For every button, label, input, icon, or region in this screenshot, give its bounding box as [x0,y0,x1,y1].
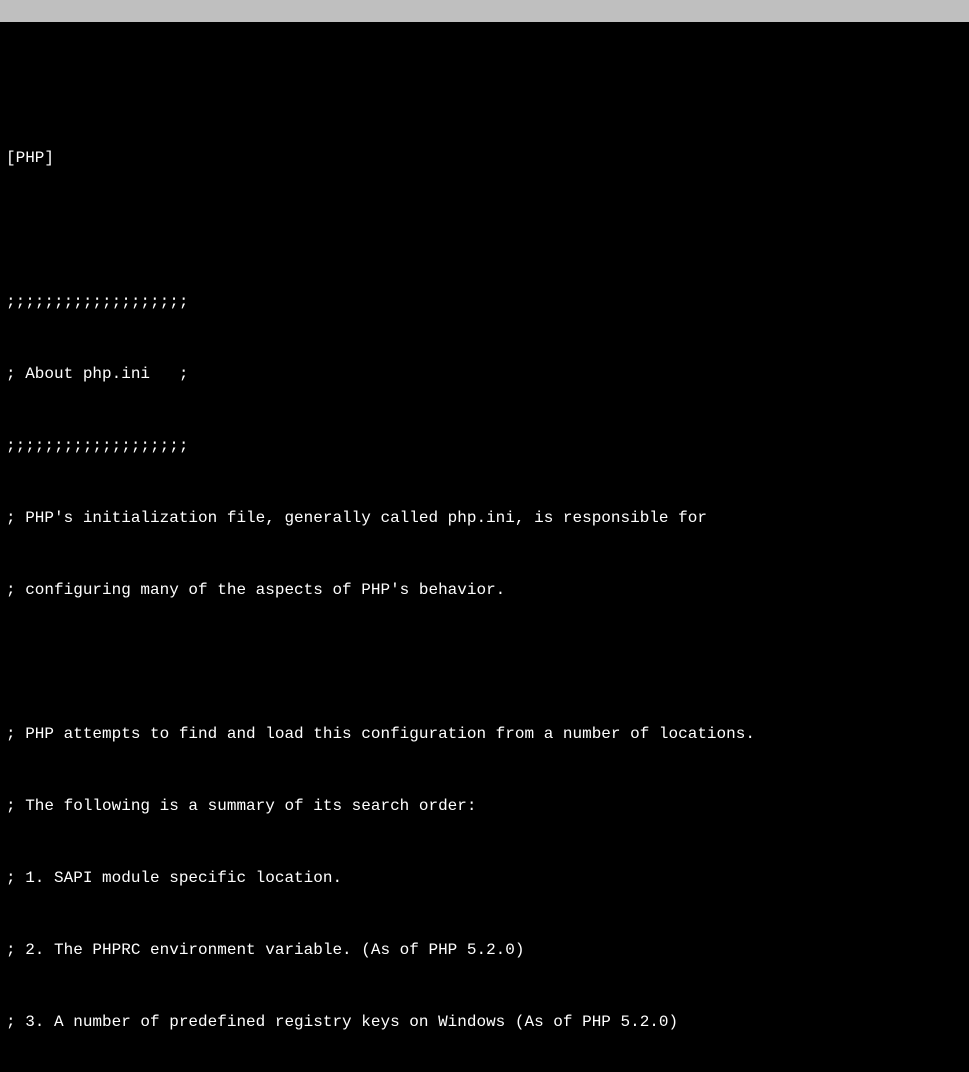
file-line [6,74,963,98]
titlebar-spacer-right [696,44,961,66]
file-line: ; 3. A number of predefined registry key… [6,1010,963,1034]
editor-titlebar: GNU nano 2.3.1 File: /usr/local/php/php.… [0,0,969,22]
editor-content[interactable]: [PHP] ;;;;;;;;;;;;;;;;;;; ; About php.in… [0,22,969,1072]
file-line: ; PHP's initialization file, generally c… [6,506,963,530]
file-line: ; PHP attempts to find and load this con… [6,722,963,746]
file-line: ; The following is a summary of its sear… [6,794,963,818]
titlebar-spacer-left [162,44,427,66]
file-label: File: /usr/local/php/php.ini [427,44,696,66]
titlebar-inner: GNU nano 2.3.1 File: /usr/local/php/php.… [8,44,961,66]
file-line [6,218,963,242]
file-line: ; configuring many of the aspects of PHP… [6,578,963,602]
file-line: ; 2. The PHPRC environment variable. (As… [6,938,963,962]
file-line [6,650,963,674]
file-line: [PHP] [6,146,963,170]
app-name: GNU nano 2.3.1 [8,44,162,66]
file-line: ; About php.ini ; [6,362,963,386]
file-line: ;;;;;;;;;;;;;;;;;;; [6,434,963,458]
file-line: ; 1. SAPI module specific location. [6,866,963,890]
file-line: ;;;;;;;;;;;;;;;;;;; [6,290,963,314]
